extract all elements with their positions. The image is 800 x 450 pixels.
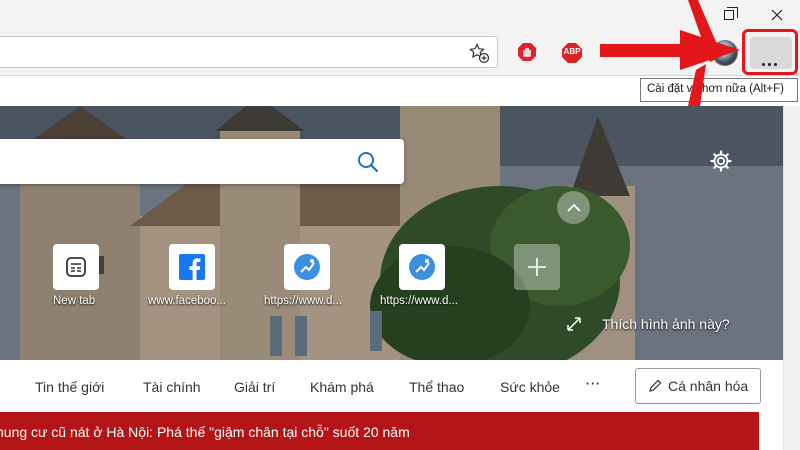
expand-icon [567, 317, 581, 331]
nav-kham-pha[interactable]: Khám phá [310, 379, 374, 395]
news-icon [66, 257, 86, 277]
web-search-input[interactable] [0, 139, 404, 184]
tile-new-tab[interactable] [53, 244, 99, 290]
tile-label: https://www.d... [264, 295, 342, 307]
nav-giai-tri[interactable]: Giải trí [234, 379, 275, 395]
page-scrollbar[interactable] [783, 106, 800, 450]
tile-site-2[interactable] [399, 244, 445, 290]
add-favorite-icon[interactable] [468, 42, 490, 64]
site-icon [294, 254, 320, 280]
add-site-tile[interactable] [514, 244, 560, 290]
gear-icon[interactable] [709, 149, 733, 173]
nav-suc-khoe[interactable]: Sức khỏe [500, 379, 560, 395]
stop-extension-icon[interactable] [517, 42, 537, 62]
tile-facebook[interactable] [169, 244, 215, 290]
adblock-plus-extension[interactable]: ABP [561, 42, 583, 64]
close-icon [771, 9, 783, 21]
nav-tai-chinh[interactable]: Tài chính [143, 379, 201, 395]
close-window-button[interactable] [754, 0, 800, 30]
news-headline-banner[interactable]: hung cư cũ nát ở Hà Nội: Phá thế "giậm c… [0, 412, 759, 450]
like-image-text: Thích hình ảnh này? [602, 316, 730, 332]
personalize-label: Cá nhân hóa [668, 378, 749, 394]
like-image-link[interactable]: Thích hình ảnh này? [566, 316, 730, 332]
plus-icon [528, 258, 546, 276]
nav-tin-the-gioi[interactable]: Tin thế giới [35, 379, 104, 395]
abp-label: ABP [563, 47, 581, 56]
tile-label: www.faceboo... [148, 295, 226, 307]
pencil-icon [649, 379, 662, 392]
chevron-up-icon [566, 203, 581, 212]
tile-label: https://www.d... [380, 295, 458, 307]
nav-more-button[interactable]: ··· [585, 374, 600, 393]
scroll-up-button[interactable] [557, 191, 590, 224]
site-icon [409, 254, 435, 280]
personalize-button[interactable]: Cá nhân hóa [635, 368, 761, 404]
facebook-icon [179, 254, 205, 280]
tile-label: New tab [53, 295, 96, 307]
news-headline-text: hung cư cũ nát ở Hà Nội: Phá thế "giậm c… [0, 424, 410, 440]
address-bar[interactable] [0, 36, 498, 68]
nav-the-thao[interactable]: Thể thao [409, 379, 464, 395]
search-icon[interactable] [356, 150, 380, 174]
arrow-annotation [600, 0, 740, 106]
tile-site-1[interactable] [284, 244, 330, 290]
highlight-annotation-box [742, 29, 798, 75]
